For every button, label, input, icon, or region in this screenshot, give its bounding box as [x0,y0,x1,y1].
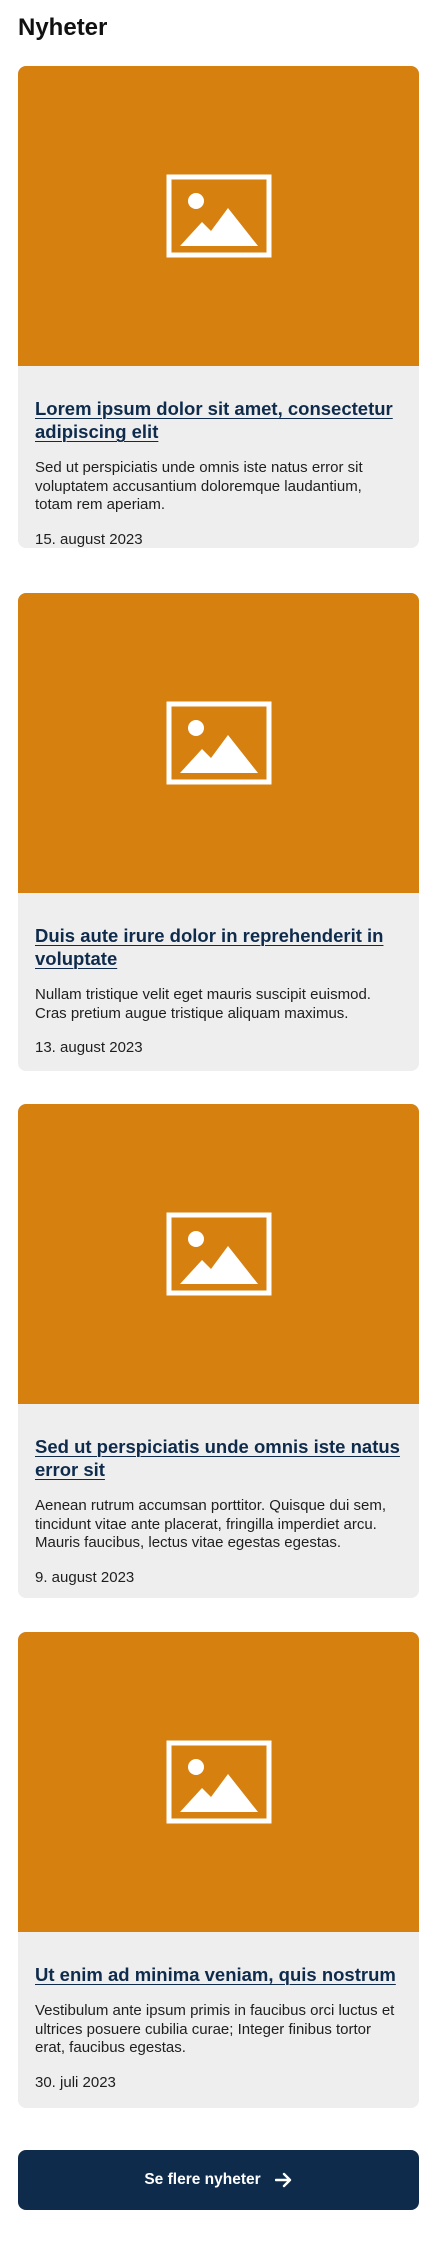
news-card-image[interactable] [18,593,419,893]
news-card-body: Ut enim ad minima veniam, quis nostrum V… [18,1932,419,2108]
news-card-body: Sed ut perspiciatis unde omnis iste natu… [18,1404,419,1598]
news-section: Nyheter Lorem ipsum dolor sit amet, cons… [0,0,437,2250]
news-card-excerpt: Nullam tristique velit eget mauris susci… [35,986,371,1022]
news-card-excerpt: Vestibulum ante ipsum primis in faucibus… [35,2002,395,2056]
news-card-image[interactable] [18,66,419,366]
news-card-excerpt: Sed ut perspiciatis unde omnis iste natu… [35,459,363,513]
news-card[interactable]: Ut enim ad minima veniam, quis nostrum V… [18,1632,419,2108]
news-card-title-link[interactable]: Duis aute irure dolor in reprehenderit i… [35,924,402,970]
see-more-news-label: Se flere nyheter [144,2171,261,2188]
news-card-date: 9. august 2023 [35,1568,135,1586]
news-card-date: 30. juli 2023 [35,2073,116,2091]
news-card[interactable]: Duis aute irure dolor in reprehenderit i… [18,593,419,1071]
news-card-date: 13. august 2023 [35,1039,143,1056]
news-card-excerpt: Aenean rutrum accumsan porttitor. Quisqu… [35,1497,387,1551]
news-card-title-link[interactable]: Lorem ipsum dolor sit amet, consectetur … [35,397,402,443]
news-card[interactable]: Sed ut perspiciatis unde omnis iste natu… [18,1104,419,1598]
section-title: Nyheter [18,14,108,41]
news-card-image[interactable] [18,1104,419,1404]
arrow-right-icon [274,2172,291,2188]
news-card-image[interactable] [18,1632,419,1932]
see-more-news-button[interactable]: Se flere nyheter [18,2150,419,2210]
news-card-title-link[interactable]: Ut enim ad minima veniam, quis nostrum [35,1963,402,1986]
news-card-body: Lorem ipsum dolor sit amet, consectetur … [18,366,419,548]
news-card-title-link[interactable]: Sed ut perspiciatis unde omnis iste natu… [35,1435,402,1481]
image-placeholder-icon [166,174,271,258]
image-placeholder-icon [166,701,271,785]
news-card-date: 15. august 2023 [35,530,143,548]
news-card[interactable]: Lorem ipsum dolor sit amet, consectetur … [18,66,419,548]
news-card-body: Duis aute irure dolor in reprehenderit i… [18,893,419,1071]
image-placeholder-icon [166,1740,271,1824]
image-placeholder-icon [166,1212,271,1296]
